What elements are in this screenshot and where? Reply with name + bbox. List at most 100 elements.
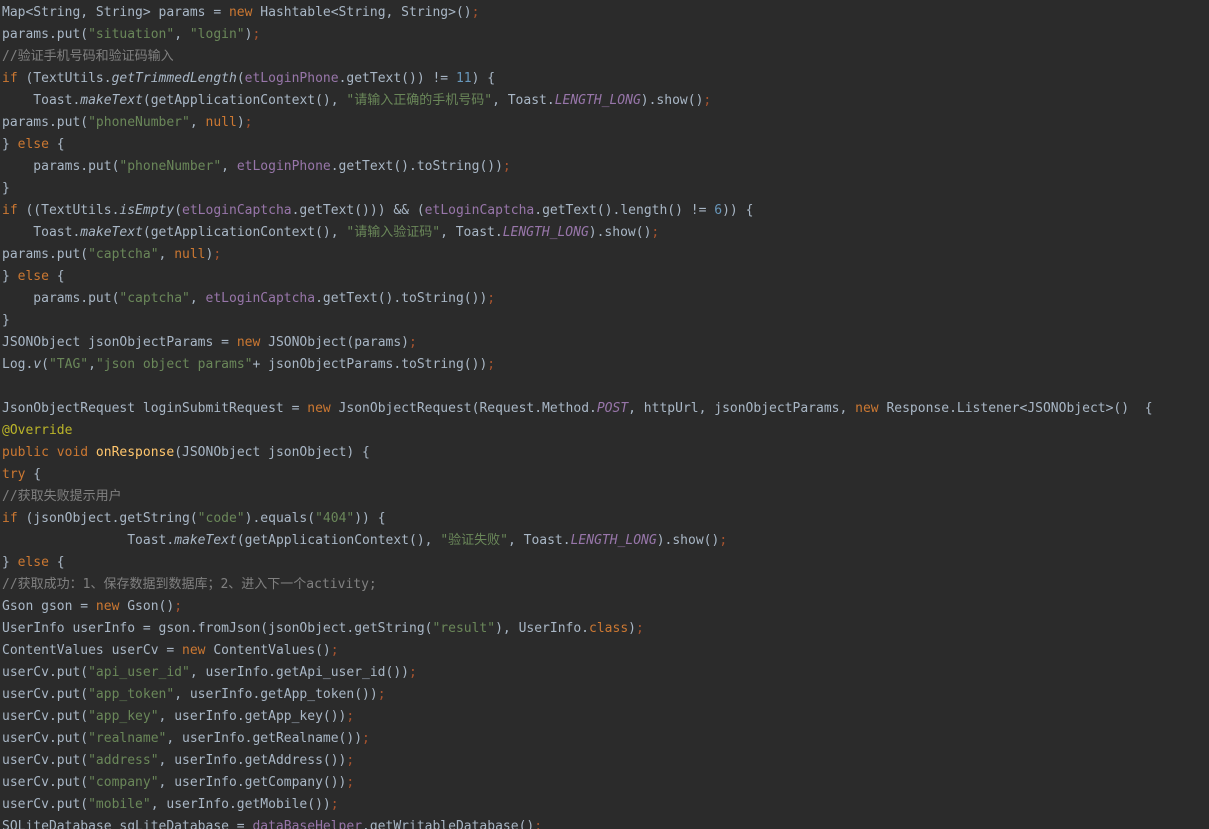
code-token: "404" [315,511,355,526]
code-token: etLoginPhone [244,71,339,86]
code-token: Toast. [2,93,81,108]
code-token: SQLiteDatabase sqLiteDatabase = [2,819,253,829]
code-line-34[interactable]: userCv.put("realname", userInfo.getRealn… [2,728,1209,750]
code-token: JSONObject jsonObjectParams = [2,335,237,350]
code-token: LENGTH_LONG [554,93,641,108]
code-line-5[interactable]: Toast.makeText(getApplicationContext(), … [2,90,1209,112]
code-token: "请输入正确的手机号码" [346,93,493,108]
code-line-24[interactable]: if (jsonObject.getString("code").equals(… [2,508,1209,530]
code-token: new [307,401,331,416]
code-line-17[interactable]: Log.v("TAG","json object params"+ jsonOb… [2,354,1209,376]
code-line-12[interactable]: params.put("captcha", null); [2,244,1209,266]
code-token: + jsonObjectParams.toString()) [252,357,488,372]
code-token: { [48,269,65,284]
code-token: if [2,511,18,526]
code-line-16[interactable]: JSONObject jsonObjectParams = new JSONOb… [2,332,1209,354]
code-token: new [236,335,261,350]
code-token: "address" [88,753,159,768]
code-token: "situation" [88,27,175,42]
code-token: "json object params" [95,357,253,372]
code-token: .getText().length() != [534,203,715,218]
code-token: , Toast. [440,225,503,240]
code-token: userCv.put( [2,687,89,702]
code-line-6[interactable]: params.put("phoneNumber", null); [2,112,1209,134]
code-token: "app_key" [88,709,159,724]
code-token: ; [346,775,355,790]
code-line-7[interactable]: } else { [2,134,1209,156]
code-line-28[interactable]: Gson gson = new Gson(); [2,596,1209,618]
code-token: makeText [80,225,143,240]
code-line-9[interactable]: } [2,178,1209,200]
code-token: "code" [197,511,245,526]
code-token: ( [174,203,183,218]
code-token: ; [487,291,496,306]
code-line-26[interactable]: } else { [2,552,1209,574]
code-line-23[interactable]: //获取失败提示用户 [2,486,1209,508]
code-line-35[interactable]: userCv.put("address", userInfo.getAddres… [2,750,1209,772]
code-line-11[interactable]: Toast.makeText(getApplicationContext(), … [2,222,1209,244]
code-token: LENGTH_LONG [502,225,589,240]
code-line-13[interactable]: } else { [2,266,1209,288]
code-line-33[interactable]: userCv.put("app_key", userInfo.getApp_ke… [2,706,1209,728]
code-line-29[interactable]: UserInfo userInfo = gson.fromJson(jsonOb… [2,618,1209,640]
code-token: isEmpty [119,203,175,218]
code-token: onResponse [95,445,175,460]
code-token: "captcha" [88,247,159,262]
code-token: } [2,137,18,152]
code-token: ).show() [656,533,720,548]
code-line-31[interactable]: userCv.put("api_user_id", userInfo.getAp… [2,662,1209,684]
code-line-14[interactable]: params.put("captcha", etLoginCaptcha.get… [2,288,1209,310]
code-token: new [228,5,253,20]
code-token: Gson() [119,599,175,614]
code-token: makeText [80,93,143,108]
code-token: public void [2,445,96,460]
code-editor[interactable]: Map<String, String> params = new Hashtab… [0,0,1209,829]
code-token: ContentValues() [205,643,331,658]
code-token: makeText [174,533,237,548]
code-line-32[interactable]: userCv.put("app_token", userInfo.getApp_… [2,684,1209,706]
code-token: JsonObjectRequest(Request.Method. [330,401,597,416]
code-line-8[interactable]: params.put("phoneNumber", etLoginPhone.g… [2,156,1209,178]
code-line-4[interactable]: if (TextUtils.getTrimmedLength(etLoginPh… [2,68,1209,90]
code-token: new [182,643,206,658]
code-token: , [88,357,96,372]
code-token: , userInfo.getMobile()) [150,797,331,812]
code-line-38[interactable]: SQLiteDatabase sqLiteDatabase = dataBase… [2,816,1209,829]
code-line-15[interactable]: } [2,310,1209,332]
code-line-36[interactable]: userCv.put("company", userInfo.getCompan… [2,772,1209,794]
code-token: "mobile" [88,797,151,812]
code-line-37[interactable]: userCv.put("mobile", userInfo.getMobile(… [2,794,1209,816]
code-token: "app_token" [88,687,175,702]
code-token: etLoginCaptcha [424,203,535,218]
code-line-20[interactable]: @Override [2,420,1209,442]
code-token: POST [596,401,629,416]
code-line-25[interactable]: Toast.makeText(getApplicationContext(), … [2,530,1209,552]
code-line-3[interactable]: //验证手机号码和验证码输入 [2,46,1209,68]
code-token: { [48,137,65,152]
code-token: ( [236,71,245,86]
code-line-30[interactable]: ContentValues userCv = new ContentValues… [2,640,1209,662]
code-token: ; [244,115,253,130]
code-token: ), UserInfo. [495,621,590,636]
code-token: else [17,269,49,284]
code-line-2[interactable]: params.put("situation", "login"); [2,24,1209,46]
code-line-10[interactable]: if ((TextUtils.isEmpty(etLoginCaptcha.ge… [2,200,1209,222]
code-token: ContentValues userCv = [2,643,183,658]
code-token: JsonObjectRequest loginSubmitRequest = [2,401,308,416]
code-token: else [17,555,49,570]
code-token: LENGTH_LONG [570,533,657,548]
code-token: etLoginPhone [236,159,331,174]
code-token: params.put( [2,247,89,262]
code-token: userCv.put( [2,665,89,680]
code-line-19[interactable]: JsonObjectRequest loginSubmitRequest = n… [2,398,1209,420]
code-line-18[interactable] [2,376,1209,398]
code-token: null [174,247,206,262]
code-token: } [2,181,10,196]
code-token: params.put( [2,27,89,42]
code-token: "验证失败" [440,533,508,548]
code-line-21[interactable]: public void onResponse(JSONObject jsonOb… [2,442,1209,464]
code-line-22[interactable]: try { [2,464,1209,486]
code-line-27[interactable]: //获取成功：1、保存数据到数据库；2、进入下一个activity; [2,574,1209,596]
code-line-1[interactable]: Map<String, String> params = new Hashtab… [2,2,1209,24]
code-token: "TAG" [48,357,89,372]
